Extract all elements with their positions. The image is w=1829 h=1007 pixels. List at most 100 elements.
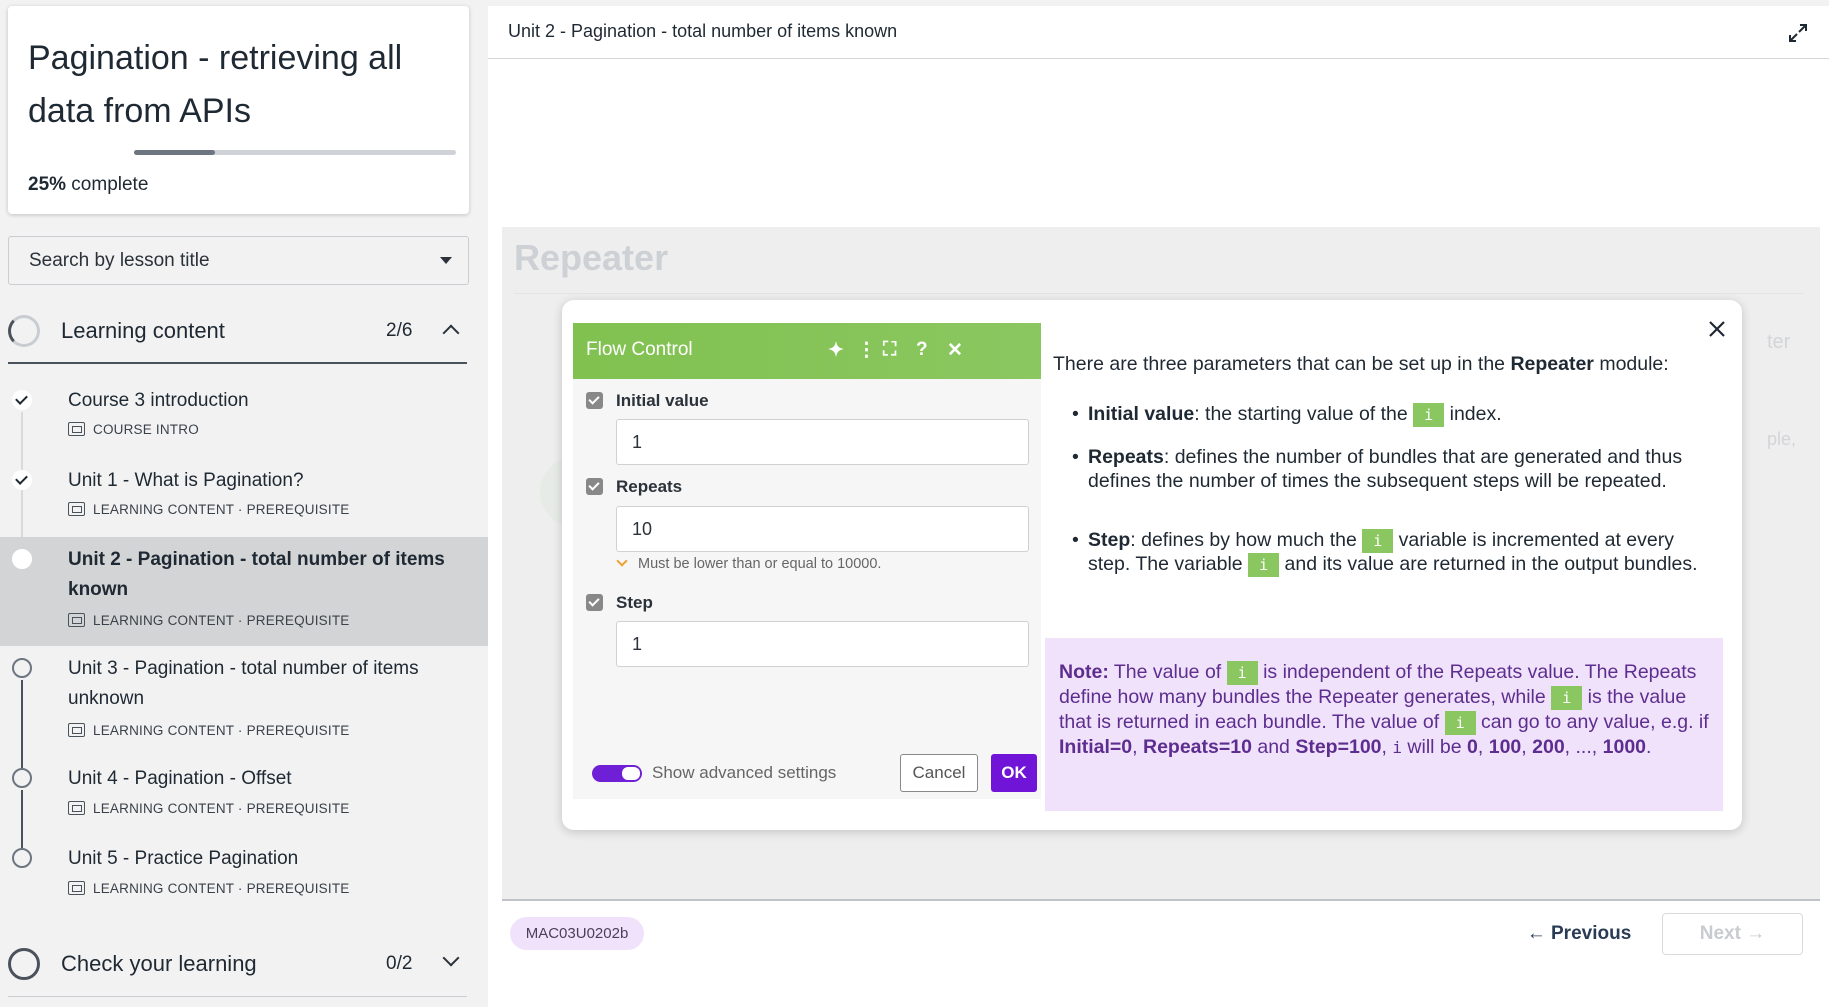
lesson-item[interactable]: Course 3 introduction COURSE INTRO bbox=[0, 378, 488, 458]
chevron-up-icon[interactable] bbox=[442, 324, 460, 342]
progress-bar bbox=[134, 150, 456, 155]
next-button[interactable]: Next → bbox=[1662, 913, 1803, 955]
incomplete-circle-icon bbox=[12, 658, 32, 678]
text-bold: Repeats bbox=[1088, 446, 1164, 468]
advanced-settings-toggle[interactable] bbox=[592, 765, 642, 782]
ok-button[interactable]: OK bbox=[991, 754, 1037, 792]
incomplete-circle-icon bbox=[12, 768, 32, 788]
list-item: Initial value: the starting value of the… bbox=[1072, 402, 1702, 427]
text-bold: 100 bbox=[1488, 736, 1522, 758]
lesson-item[interactable]: Unit 1 - What is Pagination? LEARNING CO… bbox=[0, 458, 488, 538]
incomplete-circle-icon bbox=[12, 848, 32, 868]
lesson-header: Unit 2 - Pagination - total number of it… bbox=[488, 0, 1829, 59]
code-variable: i bbox=[1226, 661, 1258, 685]
text: , bbox=[1132, 736, 1143, 758]
lesson-meta: LEARNING CONTENT · PREREQUISITE bbox=[68, 613, 349, 628]
help-icon[interactable]: ? bbox=[916, 339, 928, 361]
explanation-intro: There are three parameters that can be s… bbox=[1053, 352, 1713, 376]
progress-fill bbox=[134, 150, 215, 155]
section-learning-content[interactable]: Learning content 2/6 bbox=[8, 301, 467, 359]
section-count: 2/6 bbox=[386, 320, 413, 341]
presentation-icon bbox=[68, 723, 85, 737]
checkbox-icon[interactable] bbox=[586, 392, 603, 409]
lesson-meta-text: LEARNING CONTENT · PREREQUISITE bbox=[93, 801, 350, 816]
check-icon bbox=[12, 390, 32, 410]
stage-divider bbox=[514, 293, 1804, 294]
list-item: Step: defines by how much the i variable… bbox=[1072, 529, 1702, 577]
lesson-meta-text: LEARNING CONTENT · PREREQUISITE bbox=[93, 881, 350, 896]
section-divider bbox=[8, 362, 467, 364]
lesson-title: Course 3 introduction bbox=[68, 390, 249, 411]
background-text: ter bbox=[1767, 331, 1791, 353]
more-vertical-icon[interactable]: ⋮ bbox=[857, 339, 876, 362]
sparkle-icon[interactable]: ✦ bbox=[828, 339, 844, 362]
code-variable-inline: i bbox=[1392, 738, 1402, 757]
previous-button[interactable]: ← Previous bbox=[1514, 913, 1644, 955]
progress-suffix: complete bbox=[66, 174, 149, 195]
text: module: bbox=[1593, 353, 1669, 375]
lesson-search-dropdown[interactable]: Search by lesson title bbox=[8, 236, 469, 285]
note-label: Note: bbox=[1059, 661, 1109, 683]
close-icon[interactable] bbox=[1704, 316, 1730, 342]
presentation-icon bbox=[68, 801, 85, 815]
text-bold: 200 bbox=[1532, 736, 1565, 758]
text-bold: Repeater bbox=[1510, 353, 1594, 375]
lesson-title: Unit 3 - Pagination - total number of it… bbox=[68, 658, 419, 709]
lesson-header-title: Unit 2 - Pagination - total number of it… bbox=[508, 21, 898, 41]
lesson-meta: LEARNING CONTENT · PREREQUISITE bbox=[68, 723, 349, 738]
chevron-down-icon[interactable] bbox=[442, 949, 460, 967]
text: , bbox=[1381, 736, 1393, 758]
text-bold: Step bbox=[1088, 529, 1131, 551]
code-variable: i bbox=[1362, 529, 1394, 553]
lesson-title: Unit 5 - Practice Pagination bbox=[68, 848, 299, 869]
text-bold: 0 bbox=[1467, 736, 1478, 758]
course-title: Pagination - retrieving all data from AP… bbox=[28, 39, 403, 130]
repeats-hint: Must be lower than or equal to 10000. bbox=[616, 555, 881, 572]
field-label-repeats: Repeats bbox=[586, 477, 682, 497]
text: There are three parameters that can be s… bbox=[1053, 353, 1511, 375]
flow-control-header: Flow Control ✦ ⋮ ⛶ ? ✕ bbox=[573, 323, 1041, 379]
main-content: Unit 2 - Pagination - total number of it… bbox=[488, 0, 1829, 1007]
text: , bbox=[1564, 736, 1576, 758]
close-icon[interactable]: ✕ bbox=[947, 339, 963, 362]
repeats-input[interactable]: 10 bbox=[616, 506, 1029, 552]
lesson-meta: LEARNING CONTENT · PREREQUISITE bbox=[68, 881, 349, 896]
section-check-your-learning[interactable]: Check your learning 0/2 bbox=[8, 934, 467, 992]
initial-value-input[interactable]: 1 bbox=[616, 419, 1029, 465]
text: : defines the number of bundles that are… bbox=[1088, 446, 1683, 492]
lesson-item-current[interactable]: Unit 2 - Pagination - total number of it… bbox=[0, 537, 488, 646]
checkbox-icon[interactable] bbox=[586, 594, 603, 611]
field-label-step: Step bbox=[586, 593, 653, 613]
text: can go to any value, e.g. if bbox=[1475, 711, 1709, 733]
list-item: Repeats: defines the number of bundles t… bbox=[1072, 445, 1702, 493]
text: The value of bbox=[1108, 661, 1227, 683]
lesson-meta-text: LEARNING CONTENT · PREREQUISITE bbox=[93, 723, 350, 738]
expand-icon[interactable] bbox=[1787, 22, 1809, 44]
text: . bbox=[1646, 736, 1652, 758]
course-card: Pagination - retrieving all data from AP… bbox=[8, 6, 469, 214]
step-input[interactable]: 1 bbox=[616, 621, 1029, 667]
lesson-item[interactable]: Unit 4 - Pagination - Offset LEARNING CO… bbox=[0, 756, 488, 836]
text-bold: Step=100 bbox=[1295, 736, 1382, 758]
flow-control-panel: Flow Control ✦ ⋮ ⛶ ? ✕ Initial value 1 R… bbox=[573, 323, 1041, 799]
fullscreen-icon[interactable]: ⛶ bbox=[883, 339, 896, 361]
note-box: Note: The value of i is independent of t… bbox=[1045, 638, 1723, 811]
current-lesson-dot-icon bbox=[12, 549, 32, 569]
text: will be bbox=[1402, 736, 1468, 758]
info-modal: Flow Control ✦ ⋮ ⛶ ? ✕ Initial value 1 R… bbox=[562, 300, 1742, 830]
field-label-text: Initial value bbox=[616, 391, 709, 410]
text-bold: 1000 bbox=[1602, 736, 1647, 758]
lesson-meta: COURSE INTRO bbox=[68, 422, 199, 437]
cancel-button[interactable]: Cancel bbox=[900, 754, 978, 792]
lesson-item[interactable]: Unit 5 - Practice Pagination LEARNING CO… bbox=[0, 836, 488, 916]
checkbox-icon[interactable] bbox=[586, 478, 603, 495]
code-variable: i bbox=[1444, 711, 1476, 735]
field-label-text: Step bbox=[616, 593, 653, 612]
caret-down-icon bbox=[440, 257, 452, 264]
progress-percent: 25% bbox=[28, 174, 67, 195]
text: : defines by how much the bbox=[1130, 529, 1363, 551]
text: , bbox=[1591, 736, 1603, 758]
document-icon bbox=[68, 422, 85, 436]
flow-control-title: Flow Control bbox=[586, 339, 693, 360]
lesson-item[interactable]: Unit 3 - Pagination - total number of it… bbox=[0, 646, 488, 756]
